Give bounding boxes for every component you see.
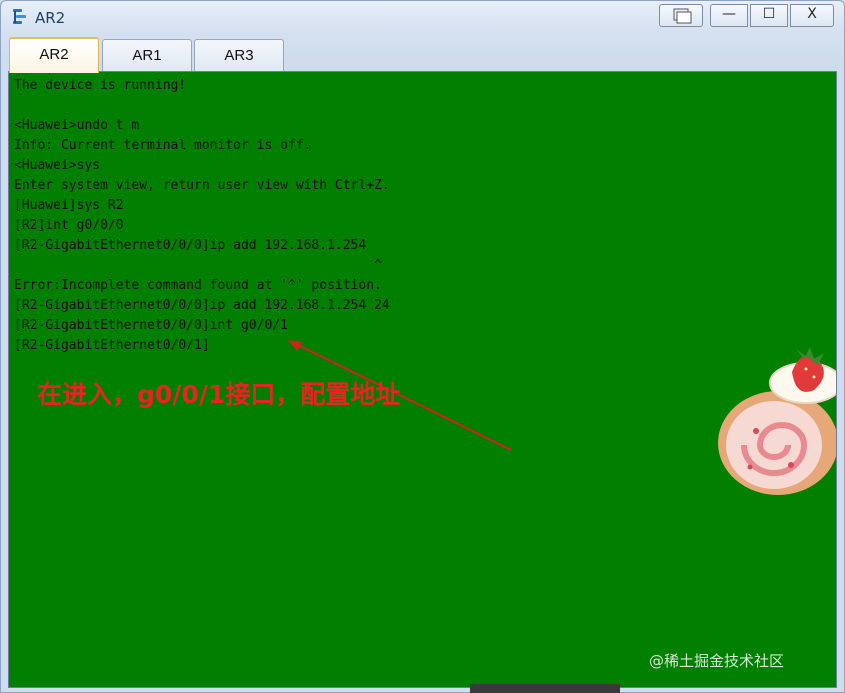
restore-icon [673, 8, 692, 24]
annotation-text: 在进入，g0/0/1接口，配置地址 [37, 380, 401, 409]
watermark: @稀土掘金技术社区 [649, 652, 785, 670]
maximize-button[interactable]: ☐ [750, 4, 788, 27]
maximize-icon: ☐ [762, 6, 776, 22]
app-window: AR2 — ☐ X AR2 AR1 AR3 The device is runn… [0, 0, 845, 693]
close-button[interactable]: X [790, 4, 834, 27]
terminal-console[interactable]: The device is running! <Huawei>undo t m … [8, 71, 837, 688]
tab-ar1[interactable]: AR1 [102, 39, 192, 71]
minimize-button[interactable]: — [710, 4, 748, 27]
title-bar[interactable]: AR2 — ☐ X [1, 1, 844, 33]
minimize-icon: — [722, 6, 736, 22]
cake-sticker-icon [718, 347, 836, 495]
close-icon: X [807, 6, 817, 22]
tab-ar2[interactable]: AR2 [9, 37, 99, 73]
tab-ar3[interactable]: AR3 [194, 39, 284, 71]
app-icon [13, 9, 26, 24]
restore-button[interactable] [659, 4, 703, 27]
window-title: AR2 [35, 9, 66, 27]
bottom-scroll-handle[interactable] [470, 684, 620, 693]
